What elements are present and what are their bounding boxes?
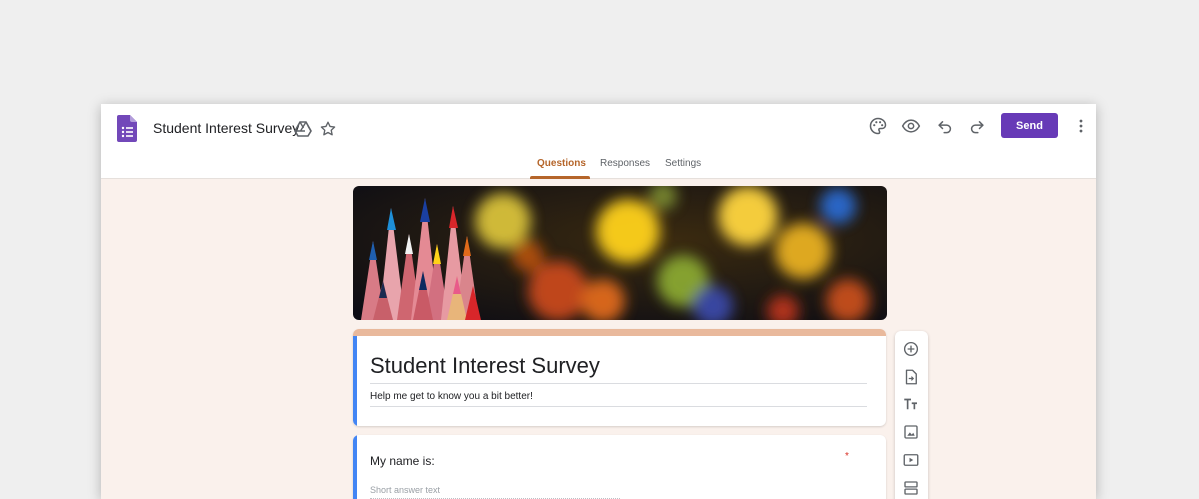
redo-icon[interactable]: [967, 116, 987, 136]
active-card-indicator: [353, 435, 357, 499]
add-video-icon[interactable]: [902, 451, 920, 469]
more-vert-icon[interactable]: [1071, 116, 1091, 136]
question-card[interactable]: My name is: * Short answer text: [353, 435, 886, 499]
active-card-indicator: [353, 336, 357, 426]
active-tab-indicator: [530, 176, 590, 179]
drive-folder-icon[interactable]: [294, 120, 312, 138]
preview-eye-icon[interactable]: [901, 116, 921, 136]
tab-questions[interactable]: Questions: [537, 158, 586, 169]
form-title-card[interactable]: Student Interest Survey Help me get to k…: [353, 329, 886, 426]
form-title-input[interactable]: Student Interest Survey: [370, 353, 600, 379]
side-toolbar: [895, 331, 928, 499]
app-bar: Student Interest Survey Send Questions R…: [101, 104, 1096, 179]
title-underline: [370, 383, 867, 384]
forms-editor-window: Student Interest Survey Send Questions R…: [101, 104, 1096, 499]
add-image-icon[interactable]: [902, 423, 920, 441]
import-questions-icon[interactable]: [902, 368, 920, 386]
add-section-icon[interactable]: [902, 479, 920, 497]
description-underline: [370, 406, 867, 407]
short-answer-placeholder: Short answer text: [370, 485, 441, 495]
palette-icon[interactable]: [868, 116, 888, 136]
star-icon[interactable]: [319, 120, 337, 138]
forms-logo-icon[interactable]: [117, 115, 137, 142]
undo-icon[interactable]: [935, 116, 955, 136]
tab-settings[interactable]: Settings: [665, 158, 701, 169]
document-title[interactable]: Student Interest Survey: [153, 120, 299, 136]
tab-responses[interactable]: Responses: [600, 158, 650, 169]
add-title-icon[interactable]: [902, 395, 920, 413]
required-mark: *: [845, 451, 849, 462]
add-question-icon[interactable]: [902, 340, 920, 358]
send-button[interactable]: Send: [1001, 113, 1058, 138]
editor-tabs: Questions Responses Settings: [101, 156, 1096, 179]
question-title[interactable]: My name is:: [370, 454, 435, 468]
theme-stripe: [353, 329, 886, 336]
header-image: [353, 186, 887, 320]
form-description-input[interactable]: Help me get to know you a bit better!: [370, 391, 533, 402]
